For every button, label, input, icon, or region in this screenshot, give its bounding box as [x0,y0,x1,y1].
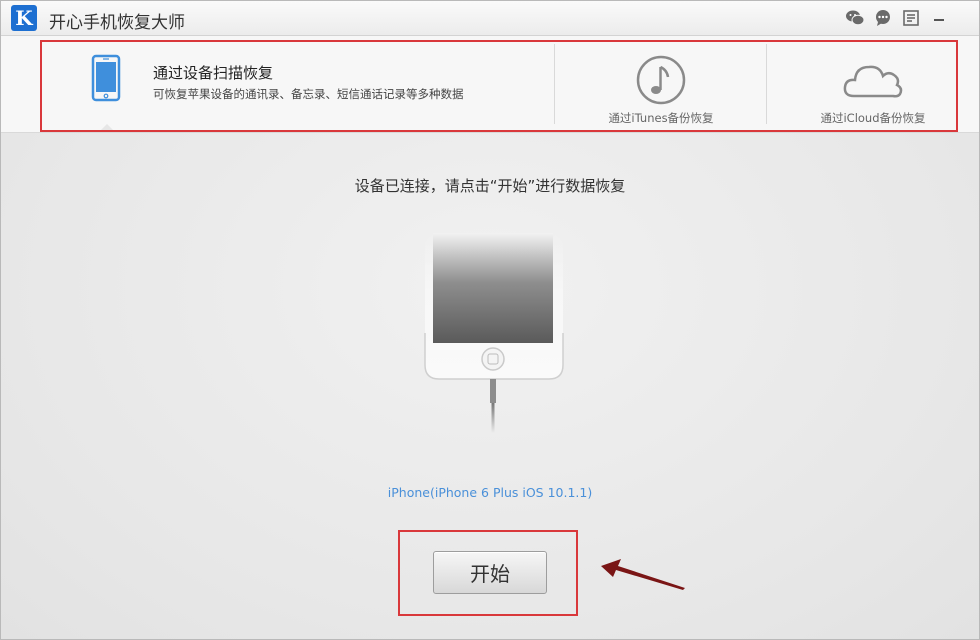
scan-mode-title: 通过设备扫描恢复 [153,64,274,82]
divider [554,44,555,124]
divider [766,44,767,124]
connected-iphone-illustration [421,233,567,437]
recovery-mode-bar: 通过设备扫描恢复 可恢复苹果设备的通讯录、备忘录、短信通话记录等多种数据 通过i… [1,36,979,133]
start-button[interactable]: 开始 [433,551,547,594]
tab-icloud-backup[interactable]: 通过iCloud备份恢复 [768,36,978,132]
itunes-mode-label: 通过iTunes备份恢复 [608,111,714,125]
titlebar-controls [845,9,949,27]
app-window: K 开心手机恢复大师 通过设备扫描恢复 可恢复苹果设备的通讯录、备忘录、短信通话… [0,0,980,640]
music-note-icon [635,54,687,110]
device-name-link[interactable]: iPhone(iPhone 6 Plus iOS 10.1.1) [1,485,979,500]
feedback-icon[interactable] [901,9,921,27]
wechat-icon[interactable] [845,9,865,27]
title-bar: K 开心手机恢复大师 [1,1,979,36]
tab-device-scan[interactable]: 通过设备扫描恢复 可恢复苹果设备的通讯录、备忘录、短信通话记录等多种数据 [41,36,553,132]
scan-mode-description: 可恢复苹果设备的通讯录、备忘录、短信通话记录等多种数据 [153,87,464,101]
phone-icon [91,54,121,106]
tab-itunes-backup[interactable]: 通过iTunes备份恢复 [556,36,766,132]
annotation-arrow-icon [599,557,687,595]
cloud-icon [842,54,904,110]
icloud-mode-label: 通过iCloud备份恢复 [820,111,926,125]
app-logo: K [11,5,37,31]
chat-icon[interactable] [873,9,893,27]
instruction-text: 设备已连接，请点击“开始”进行数据恢复 [354,177,626,195]
app-title: 开心手机恢复大师 [49,13,185,33]
minimize-icon[interactable] [929,9,949,27]
selected-tab-indicator [99,124,115,132]
